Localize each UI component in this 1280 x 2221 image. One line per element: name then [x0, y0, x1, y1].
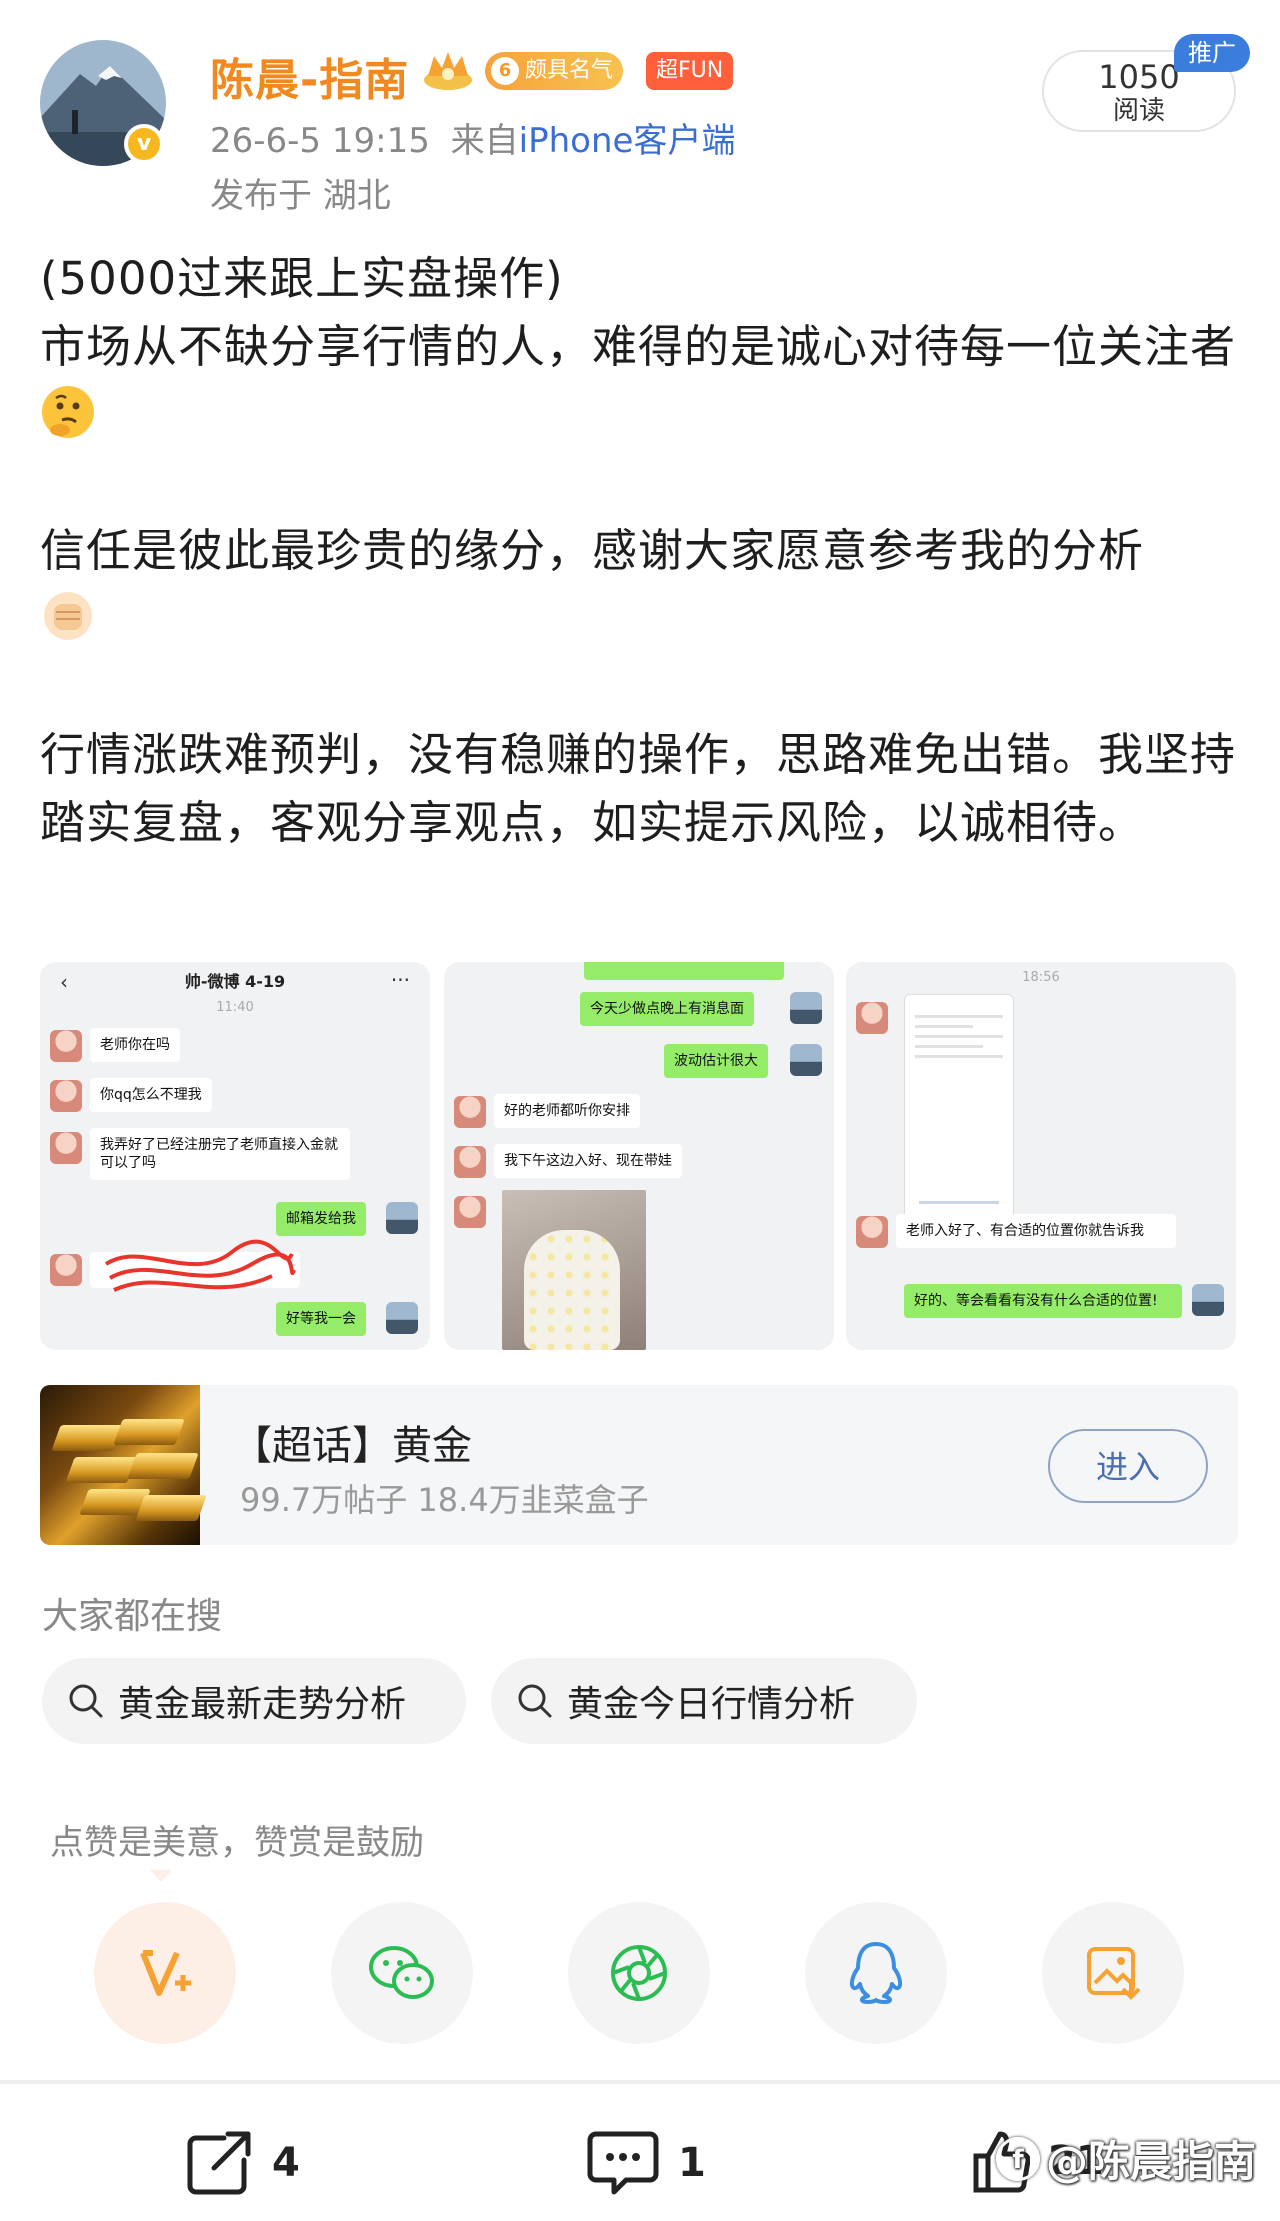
repost-button[interactable]: 4: [184, 2128, 300, 2198]
topic-stats: 99.7万帖子 18.4万韭菜盒子: [240, 1481, 649, 1519]
search-icon: [69, 1684, 103, 1718]
search-chip-label: 黄金最新走势分析: [118, 1684, 407, 1725]
source-client[interactable]: iPhone客户端: [519, 121, 736, 161]
watermark: f @陈晨指南: [996, 2128, 1256, 2189]
more-icon: ···: [390, 968, 410, 992]
redaction-scribble: [104, 1239, 296, 1292]
chat-avatar: [454, 1096, 486, 1128]
chat-avatar: [790, 992, 822, 1024]
post-text: 信任是彼此最珍贵的缘分，感谢大家愿意参考我的分析: [40, 524, 1145, 577]
moments-icon: [611, 1945, 667, 2001]
save-image-icon: [1087, 1947, 1141, 2000]
post-location: 发布于 湖北: [210, 176, 391, 216]
baby-blanket: [524, 1230, 620, 1350]
post-meta: 26-6-5 19:15 来自iPhone客户端: [210, 113, 735, 162]
post-date: 26-6-5 19:15: [210, 121, 430, 161]
repost-icon: [187, 2131, 251, 2195]
post-line: (5000过来跟上实盘操作): [40, 252, 564, 305]
chat-message: 老师入好了、有合适的位置你就告诉我: [896, 1214, 1176, 1248]
thinking-face-icon: [42, 386, 94, 438]
chat-message: 老师你在吗: [90, 1028, 180, 1062]
comment-icon: [587, 2131, 659, 2195]
post-body: (5000过来跟上实盘操作) 市场从不缺分享行情的人，难得的是诚心对待每一位关注…: [40, 245, 1240, 857]
chat-message: 我弄好了已经注册完了老师直接入金就可以了吗: [90, 1128, 350, 1180]
phone-screenshot-image: [904, 994, 1014, 1222]
fun-badge[interactable]: 超FUN: [646, 52, 734, 90]
weibo-logo-icon: f: [996, 2136, 1040, 2181]
chat-avatar: [856, 1216, 888, 1248]
chat-avatar: [856, 1002, 888, 1034]
post-image-1[interactable]: ‹ 帅-微博 4-19 ··· 11:40 老师你在吗 你qq怎么不理我 我弄好…: [40, 962, 430, 1350]
search-icon: [518, 1684, 552, 1718]
v-plus-icon: [140, 1950, 191, 1996]
source-prefix: 来自: [450, 121, 519, 161]
chat-avatar: [454, 1146, 486, 1178]
level-number: 6: [491, 57, 519, 85]
chat-avatar: [386, 1302, 418, 1334]
chat-message: 你qq怎么不理我: [90, 1078, 212, 1112]
divider: [0, 2080, 1280, 2084]
chat-message: 今天少做点晚上有消息面: [580, 992, 754, 1026]
baby-photo: [502, 1190, 646, 1350]
comment-button[interactable]: 1: [586, 2128, 706, 2198]
repost-count: 4: [272, 2140, 300, 2186]
save-image-button[interactable]: [1042, 1902, 1184, 2044]
chat-avatar: [50, 1132, 82, 1164]
level-badge-label: 颇具名气: [525, 58, 614, 83]
chat-title: 帅-微博 4-19: [184, 972, 286, 991]
chat-time: 18:56: [1022, 970, 1060, 985]
post-text: 市场从不缺分享行情的人，难得的是诚心对待每一位关注者: [40, 320, 1237, 373]
level-badge[interactable]: 6 颇具名气: [485, 52, 624, 90]
chat-avatar: [790, 1044, 822, 1076]
verified-badge-icon: v: [124, 124, 164, 164]
watermark-text: @陈晨指南: [1046, 2137, 1257, 2186]
comment-count: 1: [678, 2140, 706, 2186]
v-plus-button[interactable]: [94, 1902, 236, 2044]
chat-message: 好的老师都听你安排: [494, 1094, 640, 1128]
wechat-icon: [369, 1946, 434, 1999]
chat-time: 11:40: [216, 1000, 254, 1015]
promo-badge[interactable]: 推广: [1174, 34, 1250, 72]
search-chip[interactable]: 黄金今日行情分析: [491, 1658, 917, 1744]
chat-message: 好等我一会: [276, 1302, 366, 1336]
post-image-2[interactable]: 今天少做点晚上有消息面 波动估计很大 好的老师都听你安排 我下午这边入好、现在带…: [444, 962, 834, 1350]
read-label: 阅读: [1112, 96, 1165, 126]
like-reward-note: 点赞是美意，赞赏是鼓励: [50, 1823, 424, 1863]
chat-message-cut: [584, 962, 784, 980]
qq-icon: [849, 1942, 903, 2004]
topic-title: 【超话】黄金: [232, 1423, 472, 1469]
share-moments-button[interactable]: [568, 1902, 710, 2044]
post-line: 市场从不缺分享行情的人，难得的是诚心对待每一位关注者: [40, 313, 1240, 449]
trending-searches-heading: 大家都在搜: [42, 1596, 223, 1637]
share-wechat-button[interactable]: [331, 1902, 473, 2044]
username[interactable]: 陈晨-指南: [210, 44, 409, 108]
raised-fist-icon: [44, 592, 92, 640]
search-chip-label: 黄金今日行情分析: [567, 1684, 856, 1725]
share-qq-button[interactable]: [805, 1902, 947, 2044]
chat-avatar: [454, 1196, 486, 1228]
chat-message: 波动估计很大: [664, 1044, 768, 1078]
post-line: 信任是彼此最珍贵的缘分，感谢大家愿意参考我的分析: [40, 517, 1240, 653]
search-chip[interactable]: 黄金最新走势分析: [42, 1658, 466, 1744]
chat-avatar: [1192, 1284, 1224, 1316]
chat-avatar: [50, 1254, 82, 1286]
post-image-3[interactable]: 18:56 老师入好了、有合适的位置你就告诉我 好的、等会看看有没有什么合适的位…: [846, 962, 1236, 1350]
gold-bars-image: [40, 1385, 207, 1545]
crown-icon: [424, 52, 472, 90]
chat-avatar: [50, 1080, 82, 1112]
chat-message: 邮箱发给我: [276, 1202, 366, 1236]
chat-avatar: [386, 1202, 418, 1234]
chat-message: 我下午这边入好、现在带娃: [494, 1144, 682, 1178]
enter-button[interactable]: 进入: [1048, 1429, 1208, 1503]
tooltip-caret: [150, 1870, 172, 1882]
post-line: 行情涨跌难预判，没有稳赚的操作，思路难免出错。我坚持踏实复盘，客观分享观点，如实…: [40, 728, 1237, 849]
chat-avatar: [50, 1030, 82, 1062]
chat-message: 好的、等会看看有没有什么合适的位置!: [904, 1284, 1182, 1318]
super-topic-card[interactable]: 【超话】黄金 99.7万帖子 18.4万韭菜盒子 进入: [40, 1385, 1238, 1545]
